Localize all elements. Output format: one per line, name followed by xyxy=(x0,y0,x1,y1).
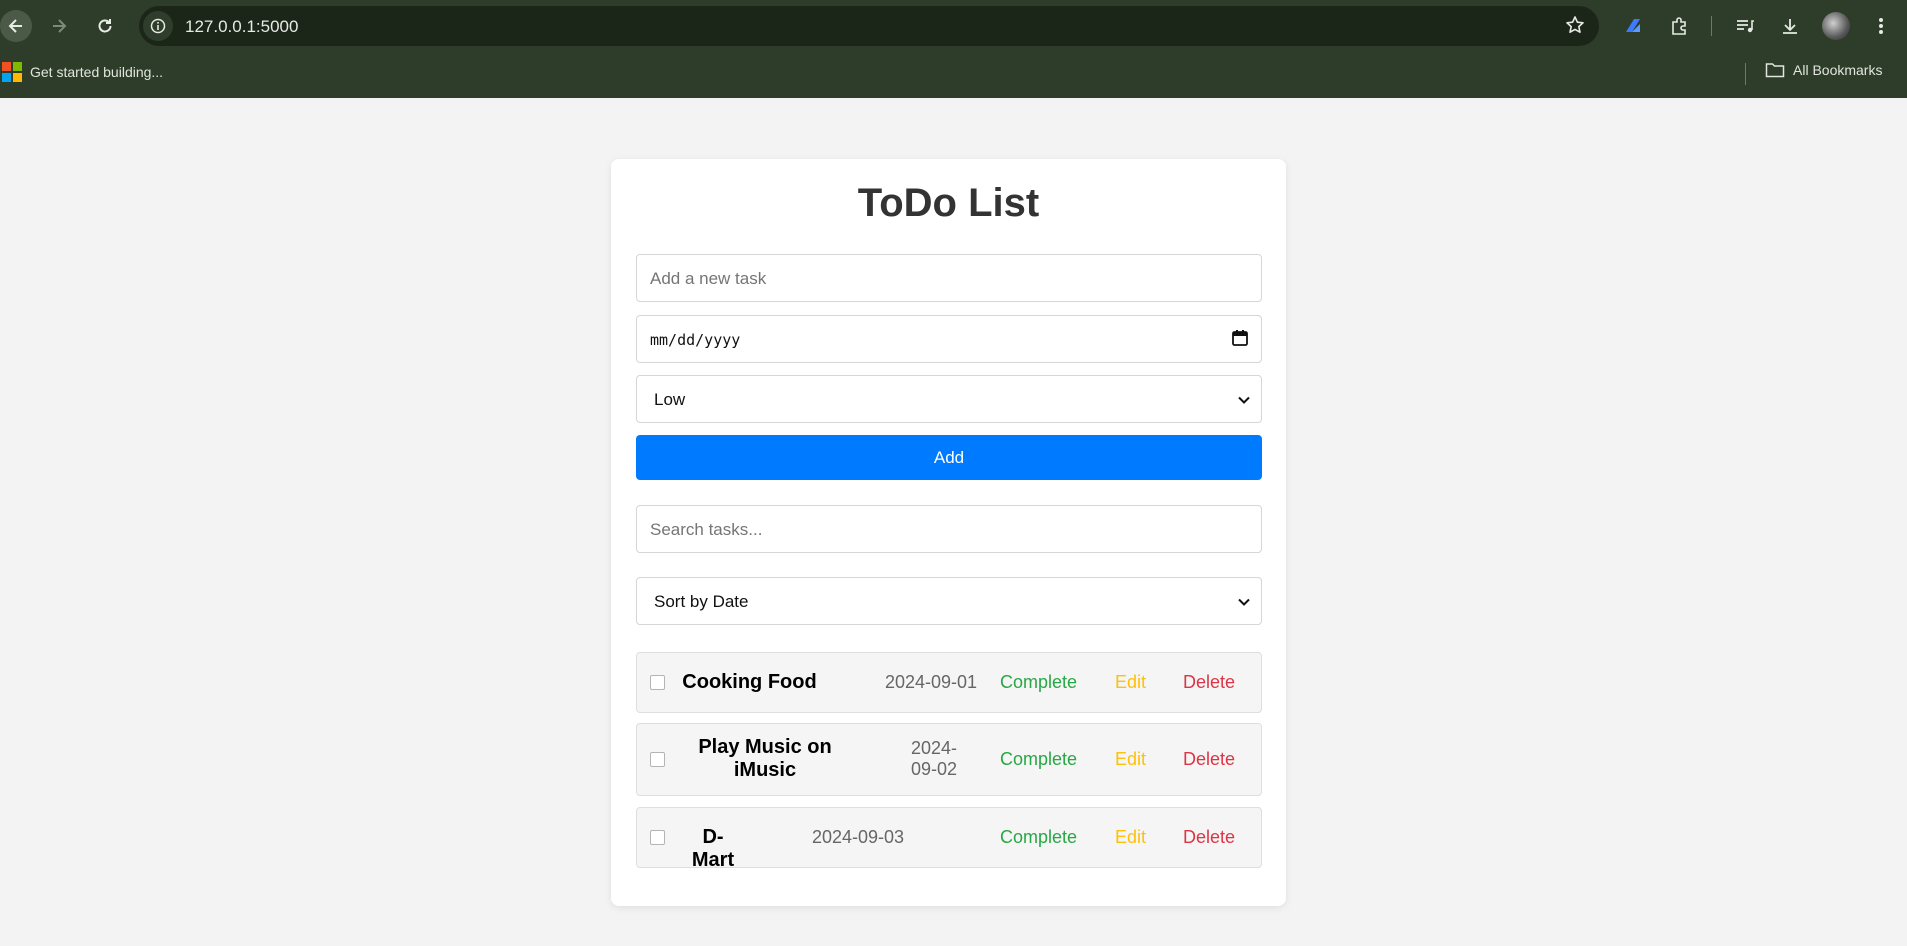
complete-button[interactable]: Complete xyxy=(1000,672,1077,693)
complete-button[interactable]: Complete xyxy=(1000,749,1077,770)
date-input-value: mm/dd/yyyy xyxy=(650,331,741,349)
task-date: 2024-09-02 xyxy=(910,738,958,779)
task-date: 2024-09-01 xyxy=(884,672,978,692)
add-button[interactable]: Add xyxy=(636,435,1262,480)
back-button[interactable] xyxy=(0,10,32,42)
calendar-icon[interactable] xyxy=(1231,329,1249,352)
edit-button[interactable]: Edit xyxy=(1115,749,1146,770)
reload-icon xyxy=(98,19,112,33)
all-bookmarks-label: All Bookmarks xyxy=(1793,62,1883,78)
priority-select-value: Low xyxy=(654,390,686,409)
bookmarks-divider xyxy=(1745,63,1746,85)
info-icon xyxy=(150,18,166,34)
task-input[interactable]: Add a new task xyxy=(636,254,1262,302)
address-bar[interactable]: 127.0.0.1:5000 xyxy=(139,6,1599,46)
chevron-down-icon xyxy=(1237,595,1251,614)
task-name: Cooking Food xyxy=(682,671,817,693)
edit-button[interactable]: Edit xyxy=(1115,827,1146,848)
bookmark-star-icon[interactable] xyxy=(1565,15,1585,40)
complete-button[interactable]: Complete xyxy=(1000,827,1077,848)
chevron-down-icon xyxy=(1237,393,1251,412)
url-text[interactable]: 127.0.0.1:5000 xyxy=(185,17,298,37)
microsoft-logo-icon xyxy=(2,62,22,82)
task-checkbox[interactable] xyxy=(650,675,665,690)
puzzle-icon[interactable] xyxy=(1665,12,1693,40)
delete-button[interactable]: Delete xyxy=(1183,672,1235,693)
task-name: Play Music on iMusic xyxy=(698,736,832,781)
more-menu-icon[interactable] xyxy=(1867,12,1895,40)
priority-select[interactable]: Low xyxy=(636,375,1262,423)
bookmarks-bar: Get started building... All Bookmarks xyxy=(0,56,1907,90)
site-info-button[interactable] xyxy=(143,11,173,41)
folder-icon xyxy=(1765,63,1785,78)
edit-button[interactable]: Edit xyxy=(1115,672,1146,693)
task-checkbox[interactable] xyxy=(650,830,665,845)
profile-avatar[interactable] xyxy=(1822,12,1850,40)
date-input[interactable]: mm/dd/yyyy xyxy=(636,315,1262,363)
reload-button[interactable] xyxy=(89,10,121,42)
toolbar-divider xyxy=(1711,16,1712,36)
arrow-right-icon xyxy=(53,19,67,33)
delete-button[interactable]: Delete xyxy=(1183,827,1235,848)
task-date: 2024-09-03 xyxy=(811,827,905,847)
task-item: Cooking Food 2024-09-01 Complete Edit De… xyxy=(636,652,1262,713)
delete-button[interactable]: Delete xyxy=(1183,749,1235,770)
browser-chrome: 127.0.0.1:5000 Get started building... A… xyxy=(0,0,1907,98)
browser-toolbar: 127.0.0.1:5000 xyxy=(0,0,1907,52)
task-name: D-Mart xyxy=(691,826,735,871)
download-icon[interactable] xyxy=(1776,12,1804,40)
media-queue-icon[interactable] xyxy=(1731,12,1759,40)
search-input-placeholder: Search tasks... xyxy=(650,520,763,539)
page-title: ToDo List xyxy=(857,181,1040,225)
task-item: Play Music on iMusic 2024-09-02 Complete… xyxy=(636,723,1262,796)
task-input-placeholder: Add a new task xyxy=(650,269,767,288)
forward-button[interactable] xyxy=(43,10,75,42)
arrow-left-icon xyxy=(8,19,22,33)
search-input[interactable]: Search tasks... xyxy=(636,505,1262,553)
todo-card: ToDo List Add a new task mm/dd/yyyy Low … xyxy=(611,159,1286,906)
task-checkbox[interactable] xyxy=(650,752,665,767)
sort-select[interactable]: Sort by Date xyxy=(636,577,1262,625)
all-bookmarks-button[interactable]: All Bookmarks xyxy=(1765,62,1882,78)
extension-icon[interactable] xyxy=(1619,12,1647,40)
sort-select-value: Sort by Date xyxy=(654,592,749,611)
bookmark-label: Get started building... xyxy=(30,64,164,80)
task-item: D-Mart 2024-09-03 Complete Edit Delete xyxy=(636,807,1262,871)
bookmark-get-started[interactable]: Get started building... xyxy=(2,62,163,82)
